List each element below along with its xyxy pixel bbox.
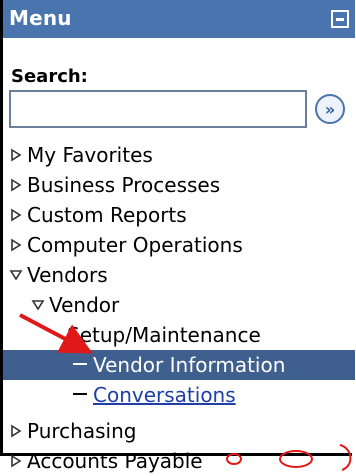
tree-item-purchasing[interactable]: Purchasing <box>3 416 355 446</box>
triangle-right-icon <box>11 424 22 438</box>
dash-icon <box>73 393 87 395</box>
tree-item-business-processes[interactable]: Business Processes <box>3 170 355 200</box>
dash-icon <box>73 363 87 365</box>
tree-item-computer-operations[interactable]: Computer Operations <box>3 230 355 260</box>
search-label: Search: <box>11 66 88 87</box>
tree-item-label: Setup/Maintenance <box>67 323 261 347</box>
tree-item-vendors[interactable]: Vendors <box>3 260 355 290</box>
conversations-link[interactable]: Conversations <box>93 380 236 410</box>
tree-item-label: Computer Operations <box>27 233 243 257</box>
tree-item-label: Custom Reports <box>27 203 187 227</box>
tree-item-label: Vendor Information <box>93 353 286 377</box>
tree-item-custom-reports[interactable]: Custom Reports <box>3 200 355 230</box>
triangle-right-icon <box>11 148 22 162</box>
triangle-down-icon <box>9 270 23 281</box>
menu-title-bar: Menu <box>3 0 355 38</box>
triangle-right-icon <box>11 454 22 468</box>
search-go-button[interactable]: » <box>315 94 345 124</box>
triangle-right-icon <box>11 238 22 252</box>
tree-item-label: My Favorites <box>27 143 153 167</box>
tree-item-accounts-payable[interactable]: Accounts Payable <box>3 446 355 476</box>
triangle-right-icon <box>11 208 22 222</box>
double-chevron-right-icon: » <box>324 99 336 119</box>
tree-item-label: Accounts Payable <box>27 449 203 473</box>
tree-item-label: Business Processes <box>27 173 221 197</box>
tree-item-conversations[interactable]: Conversations <box>3 380 355 410</box>
triangle-right-icon <box>11 178 22 192</box>
tree-item-label: Vendors <box>27 263 108 287</box>
menu-title: Menu <box>9 6 72 30</box>
menu-panel: Menu Search: » My Favorites Business Pro… <box>0 0 355 473</box>
page: Menu Search: » My Favorites Business Pro… <box>0 0 356 475</box>
tree-item-vendor[interactable]: Vendor <box>3 290 355 320</box>
search-input[interactable] <box>9 90 307 128</box>
tree-item-label: Purchasing <box>27 419 137 443</box>
tree-item-vendor-information[interactable]: Vendor Information <box>3 350 355 380</box>
tree-item-label: Vendor <box>49 293 120 317</box>
tree-item-my-favorites[interactable]: My Favorites <box>3 140 355 170</box>
tree-item-setup-maintenance: Setup/Maintenance <box>3 320 355 350</box>
collapse-menu-button[interactable] <box>331 10 349 28</box>
triangle-down-icon <box>31 300 45 311</box>
